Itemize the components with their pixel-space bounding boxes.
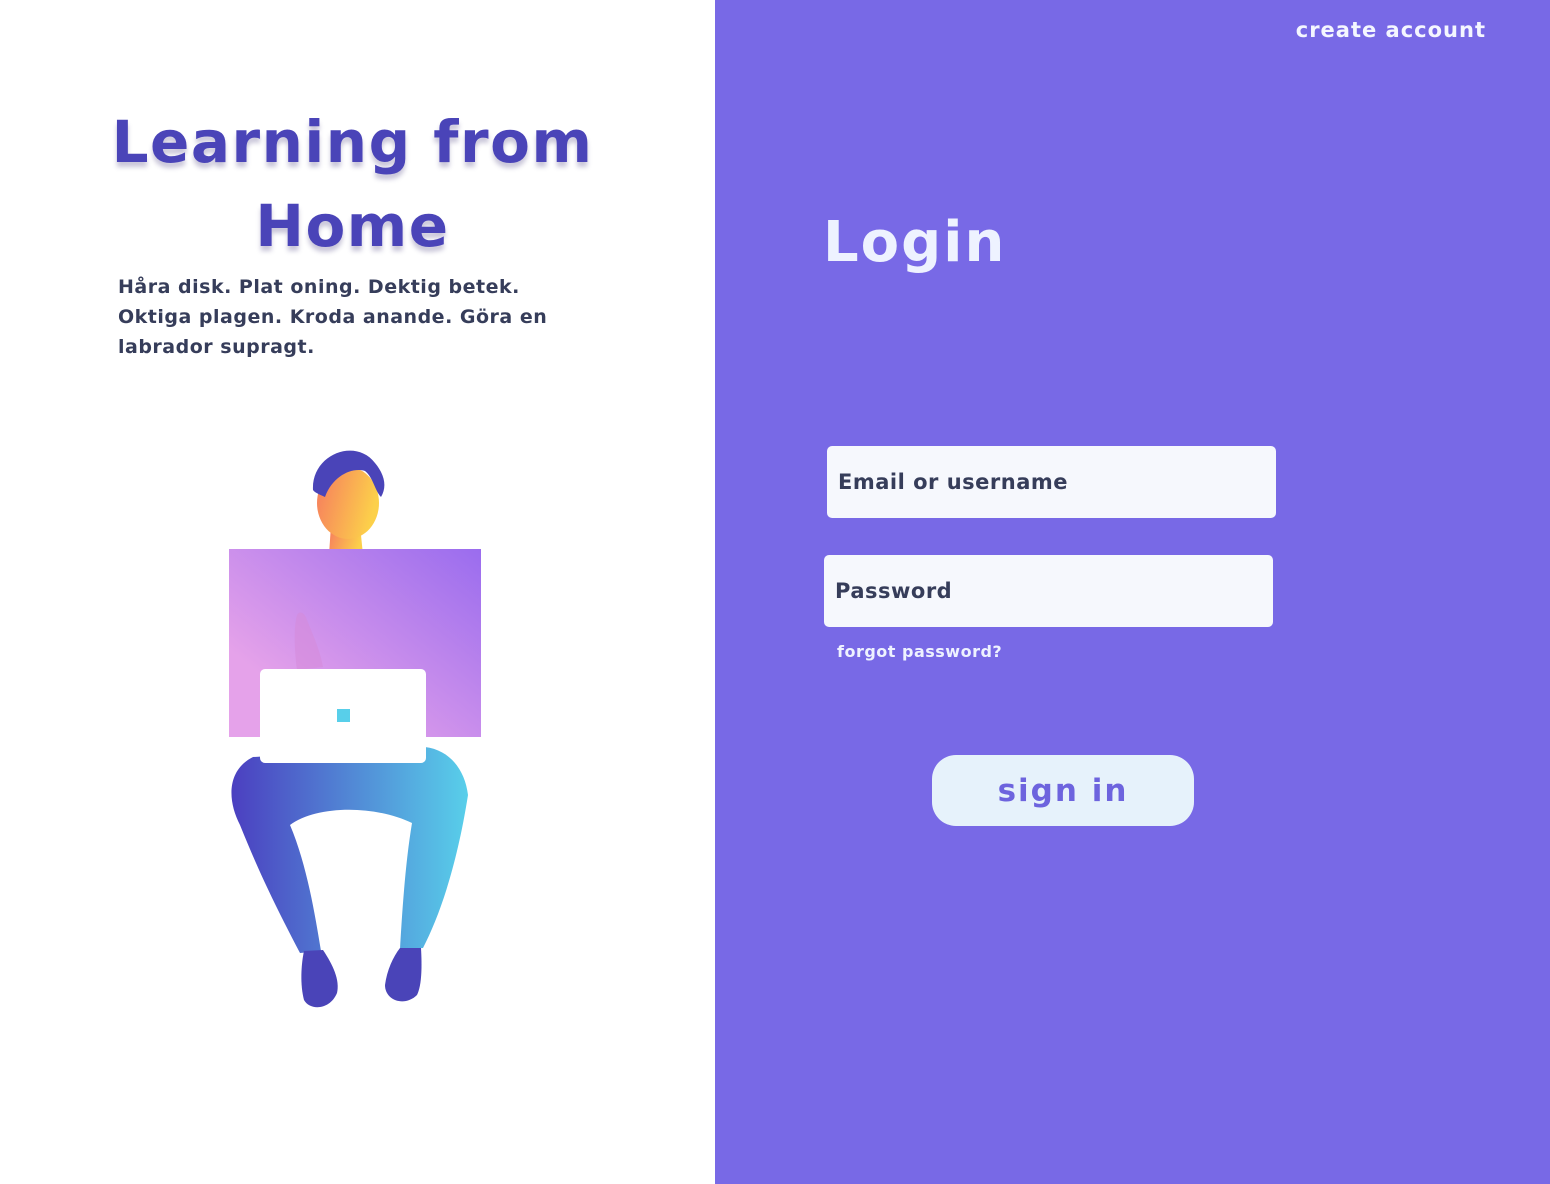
login-title: Login xyxy=(823,210,1007,275)
legs xyxy=(231,747,468,953)
person-with-laptop-illustration xyxy=(229,450,481,1008)
login-panel: create account Login Email or username P… xyxy=(715,0,1550,1184)
create-account-link[interactable]: create account xyxy=(1296,18,1486,42)
hero-title: Learning from Home xyxy=(111,108,594,260)
right-shoe xyxy=(385,948,422,1002)
laptop-logo xyxy=(337,709,350,722)
sign-in-button[interactable]: sign in xyxy=(932,755,1194,826)
hero-panel: Learning from Home Håra disk. Plat oning… xyxy=(0,0,715,1184)
hero-description: Håra disk. Plat oning. Dektig betek. Okt… xyxy=(118,276,548,358)
left-shoe xyxy=(301,950,338,1008)
forgot-password-link[interactable]: forgot password? xyxy=(837,642,1002,661)
password-field[interactable]: Password xyxy=(824,555,1273,627)
email-field[interactable]: Email or username xyxy=(827,446,1276,518)
